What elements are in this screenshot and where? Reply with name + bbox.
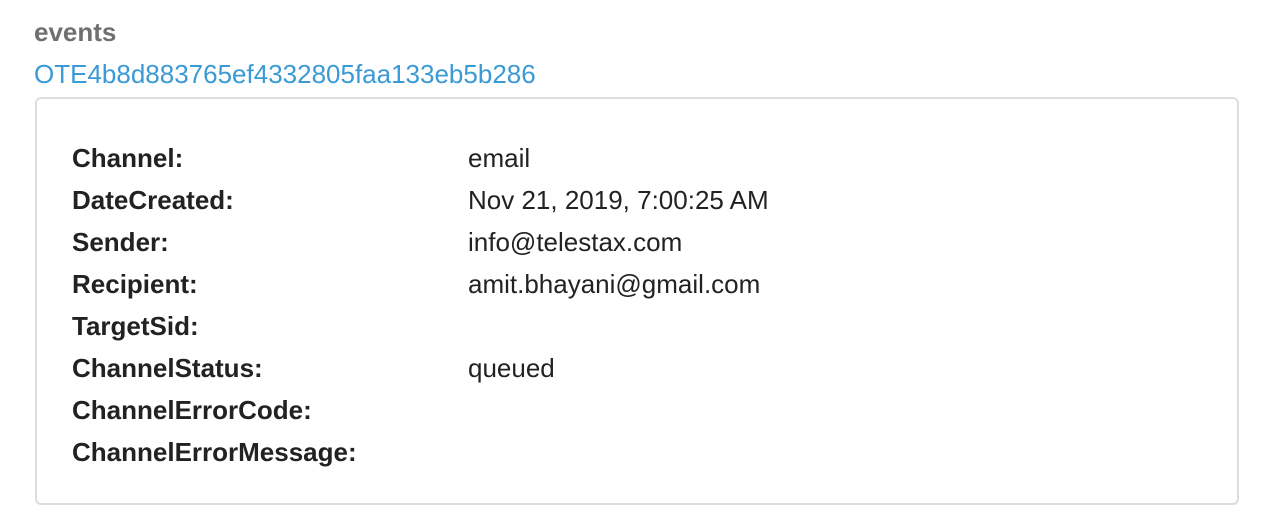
property-row-channel-error-code: ChannelErrorCode:: [72, 389, 769, 431]
property-key: Channel:: [72, 142, 184, 173]
property-row-recipient: Recipient: amit.bhayani@gmail.com: [72, 263, 769, 305]
property-row-target-sid: TargetSid:: [72, 305, 769, 347]
property-row-date-created: DateCreated: Nov 21, 2019, 7:00:25 AM: [72, 179, 769, 221]
property-key: ChannelStatus:: [72, 352, 263, 383]
event-details-card: Channel: email DateCreated: Nov 21, 2019…: [35, 97, 1239, 505]
property-key: ChannelErrorMessage:: [72, 436, 357, 467]
property-row-channel-status: ChannelStatus: queued: [72, 347, 769, 389]
event-id-link[interactable]: OTE4b8d883765ef4332805faa133eb5b286: [34, 58, 536, 90]
property-value: info@telestax.com: [468, 226, 683, 257]
property-key: Sender:: [72, 226, 169, 257]
property-value: email: [468, 142, 531, 173]
property-row-sender: Sender: info@telestax.com: [72, 221, 769, 263]
property-value: amit.bhayani@gmail.com: [468, 268, 761, 299]
property-row-channel: Channel: email: [72, 137, 769, 179]
property-key: DateCreated:: [72, 184, 234, 215]
property-row-channel-error-message: ChannelErrorMessage:: [72, 431, 769, 473]
property-value: queued: [468, 352, 555, 383]
property-key: TargetSid:: [72, 310, 199, 341]
events-section-label: events: [34, 17, 117, 47]
event-properties-list: Channel: email DateCreated: Nov 21, 2019…: [72, 137, 769, 473]
property-key: ChannelErrorCode:: [72, 394, 312, 425]
property-value: Nov 21, 2019, 7:00:25 AM: [468, 184, 769, 215]
property-key: Recipient:: [72, 268, 198, 299]
